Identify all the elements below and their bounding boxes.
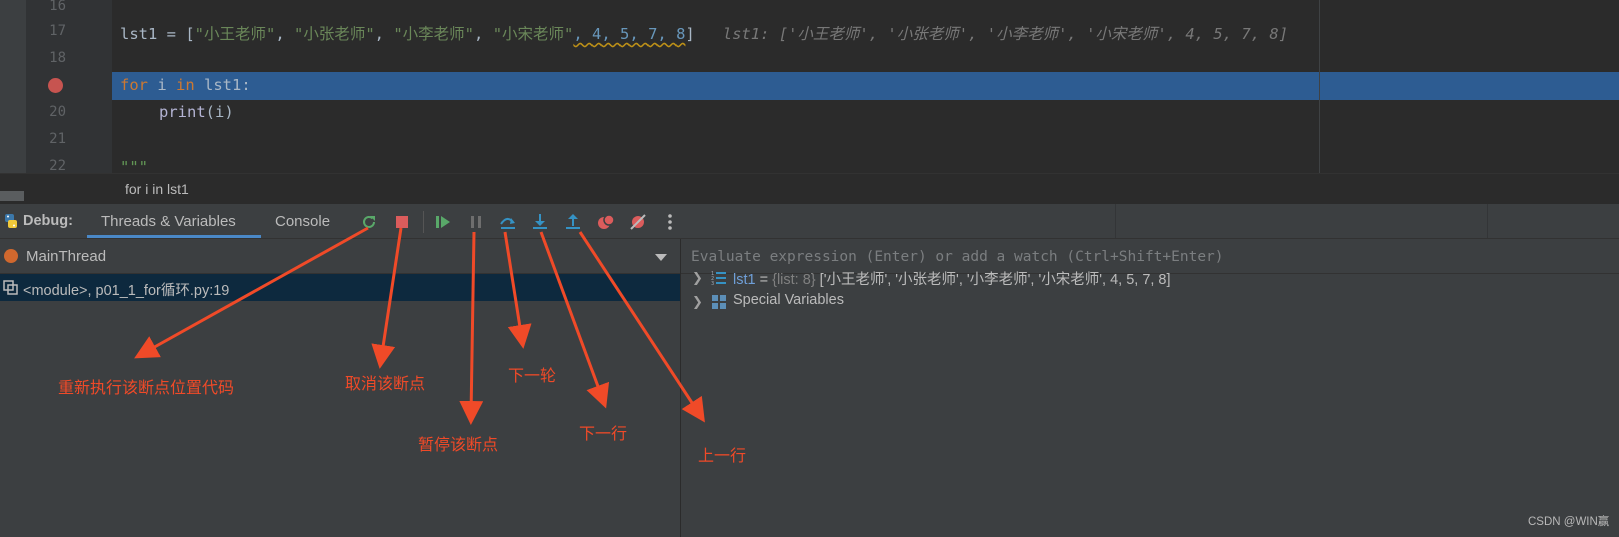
frame-icon (3, 280, 18, 295)
variables-panel: ❯ 1 2 3 lst1 = {list: 8} ['小王老师', '小张老师'… (681, 239, 1619, 537)
code-separator: , (374, 25, 394, 43)
pause-icon[interactable] (466, 212, 486, 232)
view-breakpoints-icon[interactable] (596, 212, 616, 232)
code-string: "小张老师" (294, 25, 375, 43)
toolbar-divider (1115, 204, 1116, 238)
variable-row-special[interactable]: ❯ Special Variables (681, 290, 1619, 314)
code-identifier: i (148, 76, 176, 94)
line-number: 16 (49, 0, 66, 14)
code-builtin: print (159, 103, 206, 121)
stop-icon[interactable] (392, 212, 412, 232)
toolbar-separator (423, 211, 424, 233)
line-number: 18 (49, 50, 66, 66)
special-variables-icon (712, 295, 726, 309)
tab-threads-variables[interactable]: Threads & Variables (101, 213, 236, 230)
code-separator: , (601, 25, 621, 43)
thread-name: MainThread (26, 248, 107, 265)
annotation-pause: 暂停该断点 (418, 437, 499, 454)
code-string: "小王老师" (194, 25, 276, 43)
breadcrumb[interactable]: for i in lst1 (125, 181, 189, 197)
code-docstring: """ (120, 158, 148, 173)
code-separator: , (275, 25, 294, 43)
code-identifier: lst1 (120, 25, 158, 43)
tool-window-strip (0, 0, 26, 173)
mute-breakpoints-icon[interactable] (628, 212, 648, 232)
right-margin-guide (1319, 0, 1320, 173)
variable-name: lst1 (733, 272, 756, 288)
code-line-22[interactable]: """ (120, 158, 148, 173)
active-tab-indicator (87, 235, 261, 238)
code-number: 5 (620, 25, 630, 43)
code-line-20[interactable]: print(i) (159, 103, 234, 121)
chevron-down-icon[interactable] (655, 254, 667, 261)
code-line-17[interactable]: lst1 = ["小王老师", "小张老师", "小李老师", "小宋老师", … (120, 22, 1288, 44)
code-number: 7 (648, 25, 658, 43)
annotation-stop: 取消该断点 (345, 376, 426, 393)
breakpoint-marker[interactable] (48, 78, 63, 93)
code-number: 4 (592, 25, 602, 43)
list-icon: 1 2 3 (711, 271, 726, 286)
annotation-rerun: 重新执行该断点位置代码 (58, 380, 235, 397)
chevron-right-icon[interactable]: ❯ (692, 294, 703, 310)
svg-text:3: 3 (711, 281, 714, 286)
watermark: CSDN @WIN赢 (1528, 516, 1610, 528)
variable-row-lst1[interactable]: ❯ 1 2 3 lst1 = {list: 8} ['小王老师', '小张老师'… (681, 266, 1619, 290)
thread-status-icon (4, 249, 18, 263)
variable-name: Special Variables (733, 292, 844, 308)
code-operator: = [ (157, 25, 195, 43)
rerun-icon[interactable] (359, 212, 379, 232)
debug-title: Debug: (23, 213, 73, 229)
code-keyword: in (176, 76, 195, 94)
variable-value: ['小王老师', '小张老师', '小李老师', '小宋老师', 4, 5, 7… (815, 272, 1171, 288)
thread-selector[interactable]: MainThread (0, 239, 680, 274)
stack-frame-label: <module>, p01_1_for循环.py:19 (23, 283, 230, 299)
inline-debug-value: lst1: ['小王老师', '小张老师', '小李老师', '小宋老师', 4… (722, 25, 1289, 43)
more-icon[interactable] (660, 212, 680, 232)
variable-text: lst1 = {list: 8} ['小王老师', '小张老师', '小李老师'… (733, 268, 1171, 289)
tab-console[interactable]: Console (275, 213, 330, 230)
line-number: 17 (49, 23, 66, 39)
stack-frame-row[interactable]: <module>, p01_1_for循环.py:19 (0, 274, 680, 301)
code-bracket: ] (685, 25, 695, 43)
code-arguments: (i) (205, 103, 234, 121)
chevron-right-icon[interactable]: ❯ (692, 270, 703, 286)
variable-type: {list: 8} (772, 272, 816, 288)
code-string: "小李老师" (393, 25, 475, 43)
step-into-icon[interactable] (530, 212, 550, 232)
variable-equals: = (755, 272, 773, 288)
step-over-icon[interactable] (498, 212, 518, 232)
toolbar-divider (1487, 204, 1488, 238)
code-separator: , (573, 25, 593, 43)
code-string: "小宋老师" (492, 25, 574, 43)
annotation-step-into: 下一行 (579, 426, 628, 443)
annotation-step-over: 下一轮 (508, 368, 557, 385)
code-line-19[interactable]: for i in lst1: (120, 76, 251, 94)
breadcrumb-bar: for i in lst1 (0, 173, 1619, 204)
code-editor[interactable]: 16 17 18 20 21 22 lst1 = ["小王老师", "小张老师"… (0, 0, 1619, 173)
horizontal-scrollbar[interactable] (0, 191, 24, 201)
line-number: 22 (49, 158, 66, 173)
line-number: 20 (49, 104, 66, 120)
code-separator: , (657, 25, 677, 43)
debug-toolbar: Debug: Threads & Variables Console (0, 204, 1619, 239)
code-identifier: lst1: (194, 76, 251, 94)
line-number: 21 (49, 131, 66, 147)
execution-line-highlight (112, 72, 1619, 100)
python-icon (5, 214, 17, 228)
code-separator: , (474, 25, 493, 43)
code-separator: , (629, 25, 649, 43)
step-out-icon[interactable] (563, 212, 583, 232)
code-keyword: for (120, 76, 148, 94)
annotation-step-out: 上一行 (698, 448, 747, 465)
resume-icon[interactable] (433, 212, 453, 232)
